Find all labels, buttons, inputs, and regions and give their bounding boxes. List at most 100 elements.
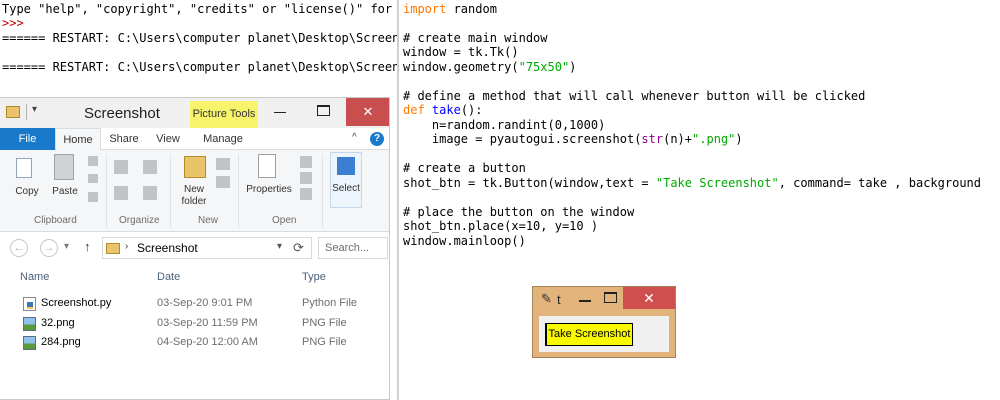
ribbon-home: Copy Paste Clipboard Organize New folder…: [0, 150, 389, 232]
tk-window: ✎ t ✕ Take Screenshot: [532, 286, 676, 358]
string-literal: "Take Screenshot": [655, 176, 779, 190]
easy-access-icon[interactable]: [216, 176, 230, 188]
divider: [106, 154, 107, 228]
recent-locations-dropdown[interactable]: ▾: [64, 241, 69, 252]
divider: [322, 154, 323, 228]
code-text: (n)+: [663, 132, 693, 146]
code-comment: # place the button on the window: [403, 205, 635, 219]
column-header-date[interactable]: Date: [157, 271, 180, 283]
properties-button[interactable]: Properties: [245, 184, 293, 195]
builtin: str: [641, 132, 664, 146]
refresh-icon[interactable]: ⟳: [293, 240, 304, 256]
help-button[interactable]: ?: [370, 132, 384, 146]
take-screenshot-button[interactable]: Take Screenshot: [545, 323, 633, 346]
tab-share[interactable]: Share: [101, 128, 147, 150]
back-button[interactable]: ←: [10, 239, 28, 257]
new-group-label: New: [198, 215, 219, 226]
string-literal: ".png": [692, 132, 736, 146]
rename-icon[interactable]: [143, 186, 157, 200]
png-file-icon: [23, 336, 36, 350]
quick-access-dropdown-icon[interactable]: ▾: [32, 104, 37, 115]
cut-icon[interactable]: [88, 156, 98, 166]
copy-button[interactable]: Copy: [10, 186, 44, 197]
copy-path-icon[interactable]: [88, 174, 98, 183]
address-dropdown-icon[interactable]: ▾: [277, 241, 282, 252]
tk-maximize-button[interactable]: [599, 288, 623, 310]
new-folder-button[interactable]: New: [176, 184, 212, 195]
properties-icon[interactable]: [258, 154, 276, 178]
tab-file[interactable]: File: [0, 128, 55, 150]
code-text: ():: [460, 103, 483, 117]
tab-view[interactable]: View: [147, 128, 189, 150]
history-icon[interactable]: [300, 188, 312, 200]
column-header-type[interactable]: Type: [302, 271, 326, 283]
divider: [238, 154, 239, 228]
code-line: n=random.randint(0,1000): [403, 118, 606, 132]
code-text: shot_btn = tk.Button(window,text =: [403, 176, 656, 190]
file-name: 32.png: [41, 317, 75, 329]
organize-group-label: Organize: [119, 215, 160, 226]
string-literal: "75x50": [518, 60, 570, 74]
select-all-icon: [337, 157, 355, 175]
tk-close-button[interactable]: ✕: [623, 287, 675, 309]
code-line: window.mainloop(): [403, 234, 526, 248]
close-button[interactable]: ✕: [346, 98, 389, 126]
shell-restart-line: ====== RESTART: C:\Users\computer planet…: [2, 31, 398, 45]
code-text: image = pyautogui.screenshot(: [403, 132, 642, 146]
window-title: Screenshot: [84, 105, 160, 122]
explorer-titlebar[interactable]: ▾ Screenshot Picture Tools ✕: [0, 98, 389, 128]
ribbon-collapse-icon[interactable]: ^: [352, 132, 357, 143]
tk-minimize-button[interactable]: [571, 288, 599, 310]
code-line: def take():: [403, 103, 483, 117]
delete-icon[interactable]: [143, 160, 157, 174]
folder-icon[interactable]: [6, 106, 20, 118]
paste-shortcut-icon[interactable]: [88, 192, 98, 202]
new-item-icon[interactable]: [216, 158, 230, 170]
move-to-icon[interactable]: [114, 160, 128, 174]
paste-button[interactable]: Paste: [48, 186, 82, 197]
search-input[interactable]: Search...: [325, 242, 369, 254]
shell-prompt: >>>: [2, 16, 24, 30]
folder-icon: [106, 243, 120, 254]
code-text: ): [569, 60, 577, 74]
copy-icon[interactable]: [16, 158, 32, 178]
copy-to-icon[interactable]: [114, 186, 128, 200]
edit-icon[interactable]: [300, 172, 312, 184]
python-file-icon: [23, 297, 36, 311]
paste-icon[interactable]: [54, 154, 74, 180]
minimize-button[interactable]: [258, 98, 302, 126]
new-folder-button[interactable]: folder: [176, 196, 212, 207]
code-comment: # create a button: [403, 161, 526, 175]
code-line: shot_btn = tk.Button(window,text = "Take…: [403, 176, 981, 190]
file-date: 03-Sep-20 9:01 PM: [157, 297, 253, 309]
up-button[interactable]: ↑: [84, 239, 91, 254]
forward-button[interactable]: →: [40, 239, 58, 257]
keyword: import: [403, 2, 447, 16]
maximize-icon: [604, 292, 617, 303]
picture-tools-context-label: Picture Tools: [190, 101, 258, 128]
tk-window-title: t: [557, 292, 561, 307]
minimize-icon: [579, 300, 591, 302]
minimize-icon: [274, 112, 286, 113]
tab-home[interactable]: Home: [55, 128, 101, 151]
select-button[interactable]: Select: [330, 152, 362, 208]
tab-manage[interactable]: Manage: [190, 128, 256, 150]
code-line: window.geometry("75x50"): [403, 60, 576, 74]
shell-info-line: Type "help", "copyright", "credits" or "…: [2, 2, 393, 16]
chevron-right-icon[interactable]: ›: [125, 241, 128, 252]
tk-client-area: Take Screenshot: [539, 316, 669, 352]
code-editor[interactable]: import random # create main window windo…: [399, 0, 1000, 400]
search-box[interactable]: Search...: [318, 237, 388, 259]
divider: [26, 104, 27, 120]
column-header-name[interactable]: Name: [20, 271, 49, 283]
new-folder-icon[interactable]: [184, 156, 206, 178]
file-row[interactable]: 284.png 04-Sep-20 12:00 AM PNG File: [0, 333, 389, 353]
file-type: Python File: [302, 297, 358, 309]
file-row[interactable]: 32.png 03-Sep-20 11:59 PM PNG File: [0, 314, 389, 334]
address-path[interactable]: Screenshot: [137, 241, 198, 255]
address-bar[interactable]: › Screenshot ▾ ⟳: [102, 237, 312, 259]
select-label: Select: [332, 183, 360, 194]
file-row[interactable]: Screenshot.py 03-Sep-20 9:01 PM Python F…: [0, 294, 389, 314]
maximize-button[interactable]: [302, 98, 346, 126]
open-icon[interactable]: [300, 156, 312, 168]
